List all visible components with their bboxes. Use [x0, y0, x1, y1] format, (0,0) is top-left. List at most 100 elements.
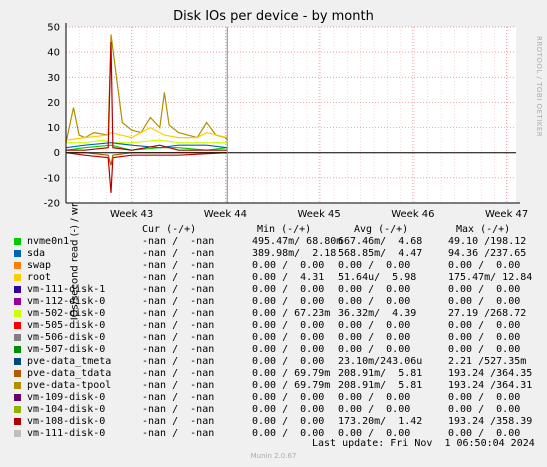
legend-device-name: vm-112-disk-0	[27, 296, 106, 307]
legend-swatch	[14, 346, 21, 353]
x-tick-label: Week 47	[485, 209, 528, 220]
legend-cur: -nan / -nan	[142, 332, 215, 343]
legend-max: 94.36 /237.65	[448, 248, 527, 259]
legend-header-max: Max (-/+)	[456, 224, 511, 235]
legend-device-name: pve-data_tdata	[27, 368, 112, 379]
legend-device-name: vm-505-disk-0	[27, 320, 106, 331]
legend-cur: -nan / -nan	[142, 236, 215, 247]
legend-min: 0.00 / 0.00	[252, 404, 325, 415]
x-tick-label: Week 44	[204, 209, 247, 220]
legend-swatch	[14, 286, 21, 293]
legend-device-name: vm-502-disk-0	[27, 308, 106, 319]
y-tick-label: 0	[54, 148, 60, 159]
legend-cur: -nan / -nan	[142, 296, 215, 307]
legend-min: 0.00 / 0.00	[252, 416, 325, 427]
legend-avg: 0.00 / 0.00	[338, 392, 411, 403]
plot-background	[66, 27, 516, 203]
legend-device-name: pve-data_tmeta	[27, 356, 112, 367]
legend-swatch	[14, 334, 21, 341]
legend-min: 0.00 / 0.00	[252, 392, 325, 403]
legend-min: 0.00 / 0.00	[252, 260, 325, 271]
legend-swatch	[14, 430, 21, 437]
legend-cur: -nan / -nan	[142, 320, 215, 331]
legend-swatch	[14, 274, 21, 281]
legend-min: 495.47m/ 68.80m	[252, 236, 343, 247]
legend-device-name: root	[27, 272, 52, 283]
legend-min: 0.00 / 0.00	[252, 320, 325, 331]
legend-cur: -nan / -nan	[142, 308, 215, 319]
legend-device-name: sda	[27, 248, 46, 259]
munin-version: Munin 2.0.67	[250, 452, 297, 460]
legend-avg: 23.10m/243.06u	[338, 356, 423, 367]
legend-swatch	[14, 322, 21, 329]
legend-swatch	[14, 238, 21, 245]
legend-header-avg: Avg (-/+)	[354, 224, 409, 235]
legend-swatch	[14, 298, 21, 305]
legend-cur: -nan / -nan	[142, 272, 215, 283]
legend-avg: 568.85m/ 4.47	[338, 248, 423, 259]
legend-swatch	[14, 394, 21, 401]
legend-device-name: pve-data-tpool	[27, 380, 112, 391]
legend-cur: -nan / -nan	[142, 344, 215, 355]
legend-max: 0.00 / 0.00	[448, 344, 521, 355]
legend-max: 193.24 /358.39	[448, 416, 533, 427]
legend-avg: 208.91m/ 5.81	[338, 368, 423, 379]
legend-device-name: vm-104-disk-0	[27, 404, 106, 415]
legend-swatch	[14, 310, 21, 317]
legend-cur: -nan / -nan	[142, 248, 215, 259]
legend-cur: -nan / -nan	[142, 380, 215, 391]
legend-swatch	[14, 358, 21, 365]
legend-min: 0.00 / 4.31	[252, 272, 325, 283]
legend-swatch	[14, 250, 21, 257]
legend-max: 193.24 /364.35	[448, 368, 533, 379]
legend-cur: -nan / -nan	[142, 428, 215, 439]
legend-min: 389.98m/ 2.18	[252, 248, 337, 259]
legend-max: 175.47m/ 12.84	[448, 272, 533, 283]
y-tick-label: 30	[47, 73, 60, 84]
legend-cur: -nan / -nan	[142, 416, 215, 427]
legend-max: 49.10 /198.12	[448, 236, 527, 247]
legend-device-name: vm-506-disk-0	[27, 332, 106, 343]
legend-avg: 0.00 / 0.00	[338, 284, 411, 295]
legend-min: 0.00 / 0.00	[252, 284, 325, 295]
legend-device-name: vm-111-disk-1	[27, 284, 106, 295]
legend-max: 0.00 / 0.00	[448, 320, 521, 331]
legend-device-name: vm-109-disk-0	[27, 392, 106, 403]
legend-swatch	[14, 370, 21, 377]
legend-min: 0.00 / 69.79m	[252, 368, 331, 379]
legend-avg: 0.00 / 0.00	[338, 332, 411, 343]
legend-header-cur: Cur (-/+)	[142, 224, 197, 235]
y-tick-label: -10	[44, 173, 60, 184]
legend-device-name: vm-108-disk-0	[27, 416, 106, 427]
legend-cur: -nan / -nan	[142, 404, 215, 415]
legend-min: 0.00 / 67.23m	[252, 308, 331, 319]
legend-avg: 51.64u/ 5.98	[338, 272, 417, 283]
legend-max: 0.00 / 0.00	[448, 296, 521, 307]
x-tick-label: Week 46	[391, 209, 434, 220]
legend-avg: 0.00 / 0.00	[338, 260, 411, 271]
legend-swatch	[14, 262, 21, 269]
legend-avg: 667.46m/ 4.68	[338, 236, 423, 247]
legend-max: 0.00 / 0.00	[448, 404, 521, 415]
legend-min: 0.00 / 0.00	[252, 344, 325, 355]
legend-avg: 0.00 / 0.00	[338, 344, 411, 355]
legend-max: 0.00 / 0.00	[448, 332, 521, 343]
munin-graph: Disk IOs per device - by month IOs/secon…	[0, 0, 547, 467]
legend-cur: -nan / -nan	[142, 284, 215, 295]
legend-avg: 0.00 / 0.00	[338, 296, 411, 307]
legend-max: 0.00 / 0.00	[448, 284, 521, 295]
legend-cur: -nan / -nan	[142, 392, 215, 403]
legend-avg: 173.20m/ 1.42	[338, 416, 423, 427]
legend-avg: 208.91m/ 5.81	[338, 380, 423, 391]
legend-device-name: swap	[27, 260, 52, 271]
legend-device-name: nvme0n1	[27, 236, 70, 247]
legend-max: 27.19 /268.72	[448, 308, 527, 319]
y-tick-label: -20	[44, 199, 60, 210]
legend-swatch	[14, 382, 21, 389]
legend-swatch	[14, 418, 21, 425]
legend-header-min: Min (-/+)	[257, 224, 312, 235]
legend-max: 0.00 / 0.00	[448, 392, 521, 403]
legend-min: 0.00 / 0.00	[252, 332, 325, 343]
y-tick-label: 20	[47, 98, 60, 109]
x-tick-label: Week 45	[297, 209, 340, 220]
